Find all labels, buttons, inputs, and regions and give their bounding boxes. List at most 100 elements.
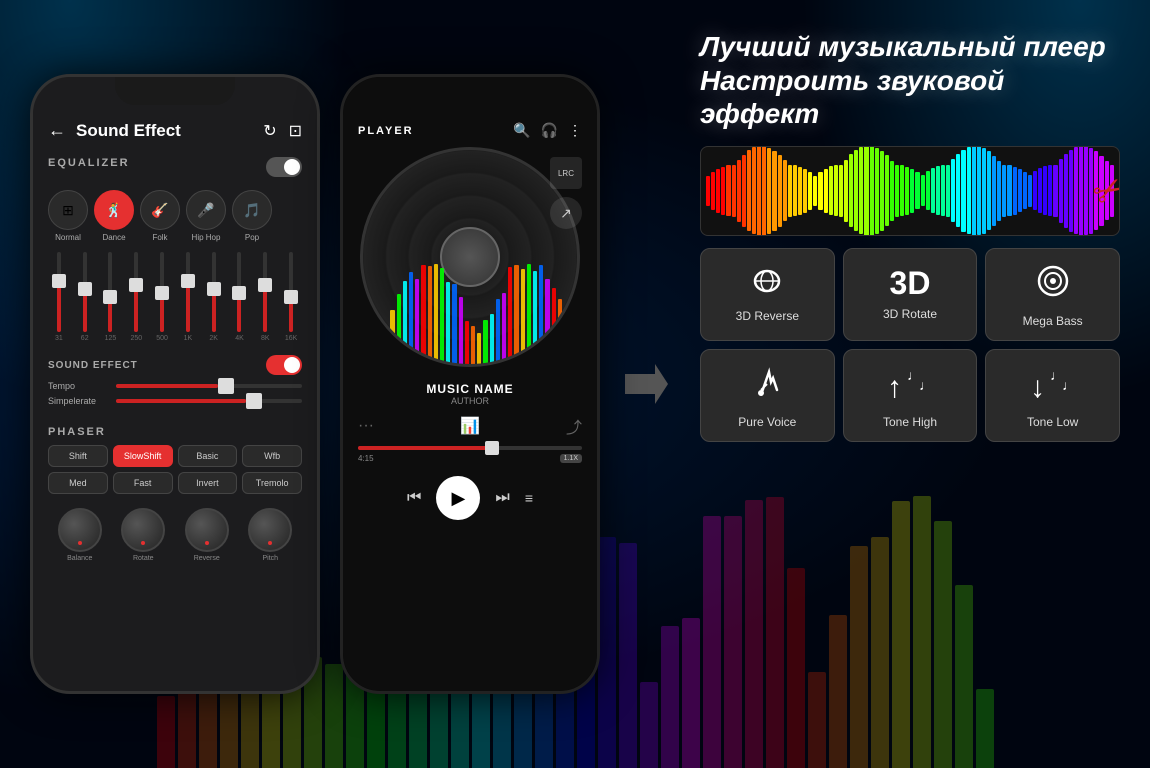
- tone-low-label: Tone Low: [1027, 415, 1078, 429]
- eq-thumb-8K[interactable]: [258, 278, 272, 292]
- eq-fill-1K: [186, 284, 190, 332]
- eq-slider-track-500[interactable]: [160, 252, 164, 332]
- eq-icon[interactable]: 📊: [460, 416, 480, 436]
- effect-tone-high[interactable]: ↑ ♩ ♩ Tone High: [843, 349, 978, 442]
- eq-slider-16K: 16K: [280, 252, 302, 342]
- eq-thumb-31[interactable]: [52, 274, 66, 288]
- search-icon[interactable]: 🔍: [513, 122, 530, 139]
- eq-freq-62: 62: [81, 335, 89, 342]
- phaser-fast[interactable]: Fast: [113, 472, 173, 494]
- phaser-label: PHASER: [48, 426, 106, 438]
- preset-icon-dance: 🕺: [94, 190, 134, 230]
- preset-normal[interactable]: ⊞ Normal: [48, 190, 88, 242]
- play-button[interactable]: ▶: [436, 476, 480, 520]
- share-icon2[interactable]: ⤴: [566, 414, 582, 438]
- prev-button[interactable]: ⏮: [407, 489, 421, 507]
- save-icon[interactable]: ⊡: [289, 121, 302, 141]
- eq-slider-track-31[interactable]: [57, 252, 61, 332]
- eq-fill-8K: [263, 288, 267, 332]
- knob-pitch: Pitch: [248, 508, 292, 562]
- 3d-rotate-icon: 3D: [890, 267, 931, 299]
- menu-icon[interactable]: ⋮: [568, 122, 582, 139]
- progress-thumb[interactable]: [485, 441, 499, 455]
- eq-thumb-250[interactable]: [129, 278, 143, 292]
- phaser-basic[interactable]: Basic: [178, 445, 238, 467]
- sound-effect-section: SOUND EFFECT Tempo Simpelerate: [33, 347, 317, 416]
- eq-thumb-125[interactable]: [103, 290, 117, 304]
- reverse-label: Reverse: [194, 555, 220, 562]
- phaser-shift[interactable]: Shift: [48, 445, 108, 467]
- eq-slider-track-4K[interactable]: [237, 252, 241, 332]
- mega-bass-label: Mega Bass: [1023, 314, 1083, 328]
- phone-middle: PLAYER 🔍 🎧 ⋮ LRC ↗ MUSIC NAME: [340, 74, 600, 694]
- simpelerate-thumb[interactable]: [246, 393, 262, 409]
- eq-slider-2K: 2K: [203, 252, 225, 342]
- se-toggle[interactable]: [266, 355, 302, 375]
- phaser-invert[interactable]: Invert: [178, 472, 238, 494]
- player-title: PLAYER: [358, 125, 503, 137]
- back-button[interactable]: ←: [48, 120, 66, 141]
- phaser-section: PHASER Shift SlowShift Basic Wfb Med Fas…: [33, 416, 317, 500]
- eq-fill-62: [83, 292, 87, 332]
- playlist-button[interactable]: ≡: [525, 490, 533, 506]
- 3d-reverse-label: 3D Reverse: [736, 309, 799, 323]
- eq-toggle[interactable]: [266, 157, 302, 177]
- phaser-slowshift[interactable]: SlowShift: [113, 445, 173, 467]
- eq-slider-track-2K[interactable]: [212, 252, 216, 332]
- rotate-knob[interactable]: [121, 508, 165, 552]
- effect-3d-rotate[interactable]: 3D 3D Rotate: [843, 248, 978, 341]
- eq-thumb-4K[interactable]: [232, 286, 246, 300]
- progress-bar[interactable]: [358, 446, 582, 450]
- tone-high-icon: ↑ ♩ ♩: [885, 362, 935, 407]
- share-icon[interactable]: ↗: [550, 197, 582, 229]
- eq-thumb-2K[interactable]: [207, 282, 221, 296]
- phaser-med[interactable]: Med: [48, 472, 108, 494]
- effect-tone-low[interactable]: ↓ ♩ ♩ Tone Low: [985, 349, 1120, 442]
- effect-mega-bass[interactable]: Mega Bass: [985, 248, 1120, 341]
- eq-freq-2K: 2K: [209, 335, 218, 342]
- eq-freq-500: 500: [156, 335, 168, 342]
- refresh-icon[interactable]: ↻: [263, 121, 276, 141]
- eq-slider-track-250[interactable]: [134, 252, 138, 332]
- eq-fill-125: [108, 300, 112, 332]
- effect-3d-reverse[interactable]: 3D Reverse: [700, 248, 835, 341]
- eq-slider-track-125[interactable]: [108, 252, 112, 332]
- pitch-knob[interactable]: [248, 508, 292, 552]
- next-button[interactable]: ⏭: [495, 489, 509, 507]
- preset-folk[interactable]: 🎸 Folk: [140, 190, 180, 242]
- eq-thumb-62[interactable]: [78, 282, 92, 296]
- balance-knob[interactable]: [58, 508, 102, 552]
- lrc-icon[interactable]: LRC: [550, 157, 582, 189]
- russian-text: Лучший музыкальный плеер Настроить звуко…: [700, 30, 1120, 131]
- svg-text:↑: ↑: [887, 371, 902, 402]
- dots-icon[interactable]: ···: [358, 417, 374, 435]
- eq-slider-1K: 1K: [177, 252, 199, 342]
- preset-pop[interactable]: 🎵 Pop: [232, 190, 272, 242]
- phone-left: ← Sound Effect ↻ ⊡ EQUALIZER ⊞ Normal: [30, 74, 320, 694]
- eq-slider-track-16K[interactable]: [289, 252, 293, 332]
- song-author: AUTHOR: [358, 396, 582, 406]
- simpelerate-slider[interactable]: [116, 399, 302, 403]
- eq-slider-track-8K[interactable]: [263, 252, 267, 332]
- headphones-icon[interactable]: 🎧: [541, 122, 558, 139]
- eq-slider-track-62[interactable]: [83, 252, 87, 332]
- rotate-label: Rotate: [133, 555, 154, 562]
- preset-icon-folk: 🎸: [140, 190, 180, 230]
- eq-thumb-1K[interactable]: [181, 274, 195, 288]
- phaser-wfb[interactable]: Wfb: [242, 445, 302, 467]
- preset-hiphop[interactable]: 🎤 Hip Hop: [186, 190, 226, 242]
- tempo-slider[interactable]: [116, 384, 302, 388]
- reverse-knob[interactable]: [185, 508, 229, 552]
- preset-dance[interactable]: 🕺 Dance: [94, 190, 134, 242]
- phaser-tremolo[interactable]: Tremolo: [242, 472, 302, 494]
- tone-high-label: Tone High: [883, 415, 937, 429]
- knob-reverse: Reverse: [185, 508, 229, 562]
- eq-slider-track-1K[interactable]: [186, 252, 190, 332]
- eq-thumb-16K[interactable]: [284, 290, 298, 304]
- eq-thumb-500[interactable]: [155, 286, 169, 300]
- tempo-thumb[interactable]: [218, 378, 234, 394]
- eq-slider-31: 31: [48, 252, 70, 342]
- app-header: ← Sound Effect ↻ ⊡: [33, 112, 317, 149]
- effect-pure-voice[interactable]: Pure Voice: [700, 349, 835, 442]
- tone-low-icon: ↓ ♩ ♩: [1028, 362, 1078, 407]
